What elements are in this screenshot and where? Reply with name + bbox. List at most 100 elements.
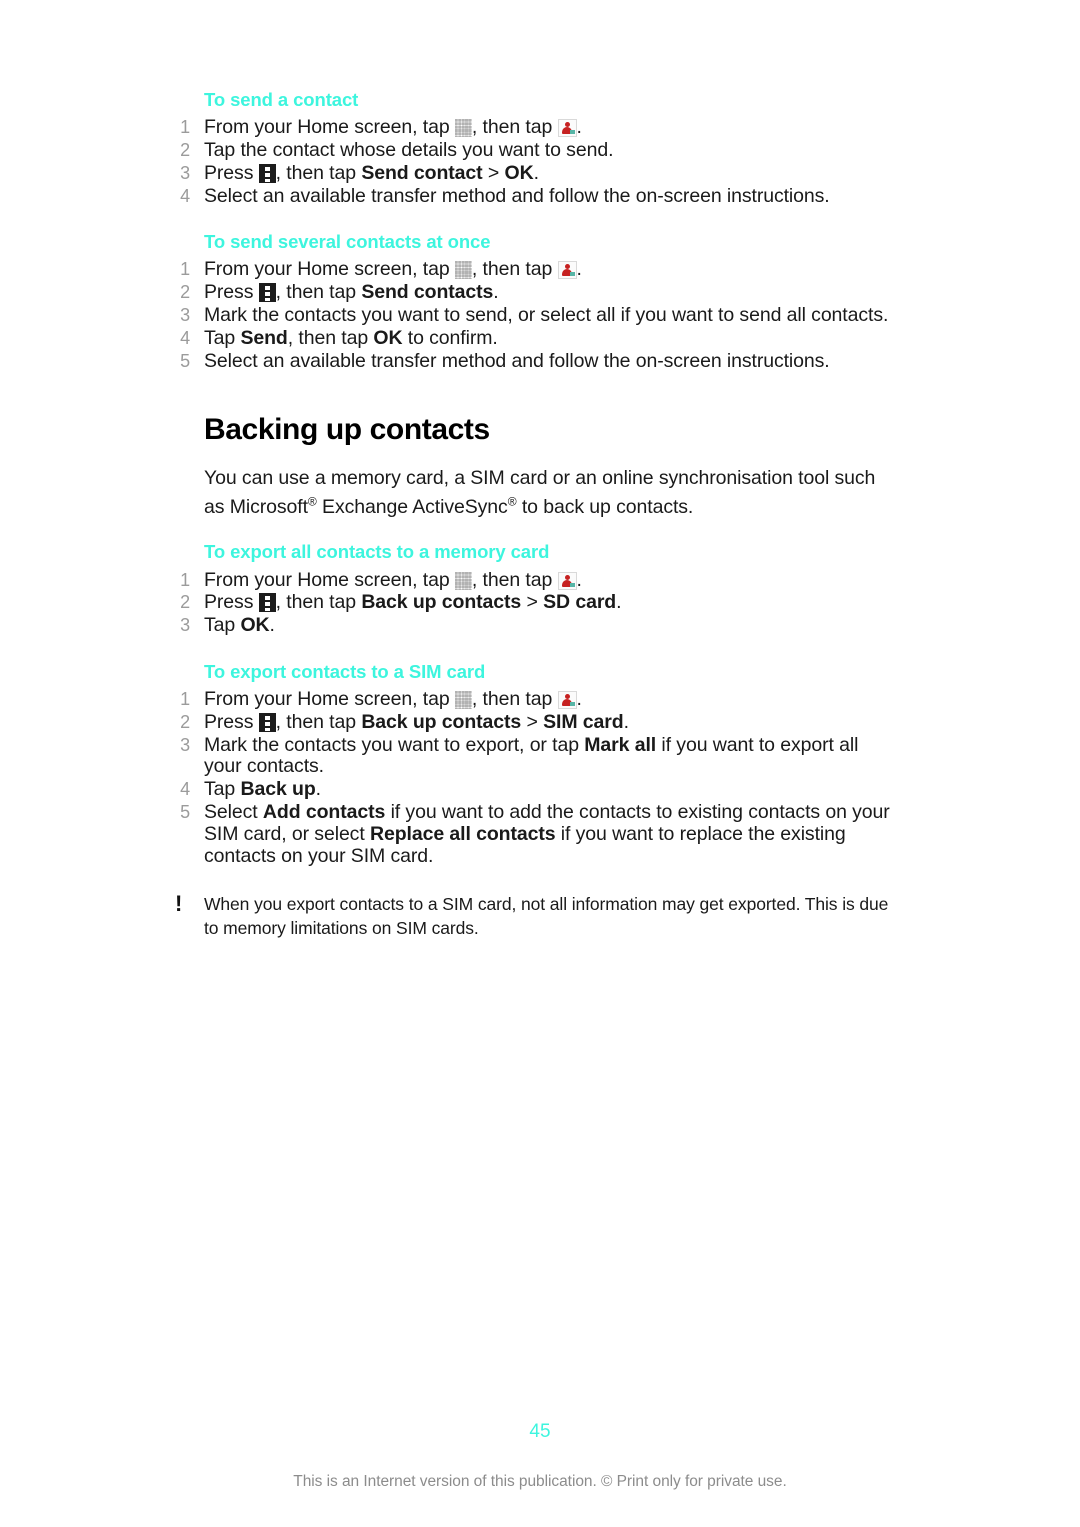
step-text: . xyxy=(493,281,499,304)
step-text: Select an available transfer method and … xyxy=(204,349,830,372)
ui-label: Back up xyxy=(240,778,316,801)
app-drawer-grid-icon xyxy=(454,119,472,138)
step-text: Press xyxy=(204,710,259,733)
list-item: Press , then tap Back up contacts > SD c… xyxy=(170,591,900,614)
step-text: , then tap xyxy=(471,688,558,711)
menu-key-icon xyxy=(258,163,276,183)
step-text: Mark the contacts you want to export, or… xyxy=(204,733,585,756)
list-item: From your Home screen, tap , then tap . xyxy=(170,116,900,139)
contacts-app-icon xyxy=(557,261,577,280)
list-item: Tap Send, then tap OK to confirm. xyxy=(170,326,900,350)
app-drawer-grid-icon xyxy=(454,691,472,710)
page-number: 45 xyxy=(529,1421,551,1442)
document-page: To send a contact From your Home screen,… xyxy=(0,0,1080,1527)
menu-key-icon xyxy=(258,712,276,732)
procedure-export-to-memory-card: To export all contacts to a memory card … xyxy=(170,540,900,637)
step-text: . xyxy=(576,568,582,591)
step-text: , then tap xyxy=(275,591,362,614)
contacts-app-icon xyxy=(557,571,577,590)
step-text: . xyxy=(576,116,582,139)
list-item: Press , then tap Back up contacts > SIM … xyxy=(170,710,900,734)
procedure-send-a-contact: To send a contact From your Home screen,… xyxy=(170,88,900,207)
step-list: From your Home screen, tap , then tap . … xyxy=(170,259,900,373)
step-text: Tap the contact whose details you want t… xyxy=(204,138,614,161)
paragraph-text: Exchange ActiveSync xyxy=(316,496,508,519)
ui-label: Add contacts xyxy=(262,801,386,824)
ui-label: Replace all contacts xyxy=(369,822,556,845)
list-item: Tap Back up. xyxy=(170,778,900,801)
procedure-heading: To export all contacts to a memory card xyxy=(204,541,550,563)
caution-exclamation-icon: ! xyxy=(175,891,183,917)
list-item: From your Home screen, tap , then tap . xyxy=(170,688,900,711)
step-list: From your Home screen, tap , then tap . … xyxy=(170,568,900,637)
step-text: , then tap xyxy=(275,281,362,304)
step-text: , then tap xyxy=(275,710,362,733)
page-title: Backing up contacts xyxy=(204,413,490,447)
caution-note: ! When you export contacts to a SIM card… xyxy=(175,893,900,940)
ui-label: Back up contacts xyxy=(361,591,522,614)
ui-label: OK xyxy=(504,161,534,184)
contacts-app-icon xyxy=(557,119,577,138)
step-text: From your Home screen, tap xyxy=(204,688,455,711)
step-text: , then tap xyxy=(471,258,558,281)
step-text: . xyxy=(533,161,539,184)
procedure-heading: To send a contact xyxy=(204,89,359,110)
ui-label: Back up contacts xyxy=(361,710,522,733)
step-text: . xyxy=(269,614,275,637)
contacts-app-icon xyxy=(557,691,577,710)
menu-key-icon xyxy=(258,593,276,613)
registered-mark: ® xyxy=(507,494,517,509)
procedure-heading: To export contacts to a SIM card xyxy=(204,660,486,682)
list-item: Press , then tap Send contacts. xyxy=(170,281,900,304)
footer-note: This is an Internet version of this publ… xyxy=(293,1473,787,1490)
ui-label: Send xyxy=(240,326,288,349)
step-text: . xyxy=(315,778,321,801)
ui-label: SD card xyxy=(543,591,617,614)
procedure-send-several-contacts: To send several contacts at once From yo… xyxy=(170,230,900,372)
registered-mark: ® xyxy=(307,494,317,509)
step-text: Mark the contacts you want to send, or s… xyxy=(204,304,889,327)
step-text: Select xyxy=(204,801,263,824)
list-item: Tap the contact whose details you want t… xyxy=(170,138,900,162)
list-item: Select an available transfer method and … xyxy=(170,349,900,373)
step-text: . xyxy=(576,258,582,281)
app-drawer-grid-icon xyxy=(454,261,472,280)
caution-note-text: When you export contacts to a SIM card, … xyxy=(204,894,889,938)
list-item: Select an available transfer method and … xyxy=(170,184,900,208)
step-list: From your Home screen, tap , then tap . … xyxy=(170,688,900,867)
step-text: , then tap xyxy=(275,161,362,184)
ui-label: Send contact xyxy=(361,161,483,184)
step-text: Press xyxy=(204,281,259,304)
step-text: > xyxy=(482,161,505,184)
list-item: Select Add contacts if you want to add t… xyxy=(170,801,900,867)
step-text: , then tap xyxy=(471,116,558,139)
section-backing-up-contacts: Backing up contacts You can use a memory… xyxy=(170,412,900,522)
step-text: . xyxy=(576,688,582,711)
step-text: , then tap xyxy=(471,568,558,591)
ui-label: Mark all xyxy=(584,733,657,756)
list-item: Press , then tap Send contact > OK. xyxy=(170,161,900,185)
step-text: to confirm. xyxy=(402,326,498,349)
step-text: Tap xyxy=(204,326,241,349)
ui-label: OK xyxy=(373,326,403,349)
procedure-heading: To send several contacts at once xyxy=(204,231,491,253)
list-item: Mark the contacts you want to send, or s… xyxy=(170,304,900,327)
list-item: From your Home screen, tap , then tap . xyxy=(170,259,900,281)
ui-label: OK xyxy=(240,614,270,637)
step-text: > xyxy=(521,710,544,733)
step-list: From your Home screen, tap , then tap . … xyxy=(170,116,900,208)
step-text: , then tap xyxy=(287,326,374,349)
step-text: From your Home screen, tap xyxy=(204,116,455,139)
menu-key-icon xyxy=(258,283,276,303)
list-item: From your Home screen, tap , then tap . xyxy=(170,568,900,592)
section-intro-paragraph: You can use a memory card, a SIM card or… xyxy=(204,464,900,522)
page-content: To send a contact From your Home screen,… xyxy=(170,88,900,940)
step-text: From your Home screen, tap xyxy=(204,568,455,591)
step-text: Select an available transfer method and … xyxy=(204,184,830,207)
step-text: Tap xyxy=(204,778,241,801)
step-text: From your Home screen, tap xyxy=(204,258,455,281)
list-item: Mark the contacts you want to export, or… xyxy=(170,733,900,779)
app-drawer-grid-icon xyxy=(454,571,472,590)
step-text: Press xyxy=(204,591,259,614)
step-text: > xyxy=(521,591,544,614)
